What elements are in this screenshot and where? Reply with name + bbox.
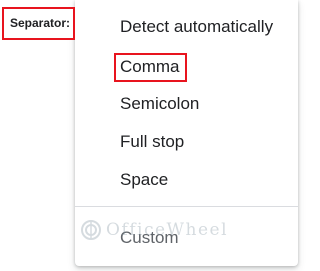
menu-item-custom[interactable]: Custom xyxy=(75,219,298,257)
menu-divider xyxy=(75,206,298,207)
comma-highlight-box xyxy=(114,53,187,82)
separator-dropdown-menu: Detect automatically Comma Semicolon Ful… xyxy=(75,0,298,266)
menu-item-detect-automatically[interactable]: Detect automatically xyxy=(75,8,298,46)
separator-dropdown-screen: Separator: Detect automatically Comma Se… xyxy=(0,0,300,271)
menu-item-comma[interactable]: Comma xyxy=(75,48,298,86)
menu-item-semicolon[interactable]: Semicolon xyxy=(75,85,298,123)
menu-item-full-stop[interactable]: Full stop xyxy=(75,123,298,161)
separator-label: Separator: xyxy=(2,7,75,40)
menu-item-space[interactable]: Space xyxy=(75,161,298,199)
